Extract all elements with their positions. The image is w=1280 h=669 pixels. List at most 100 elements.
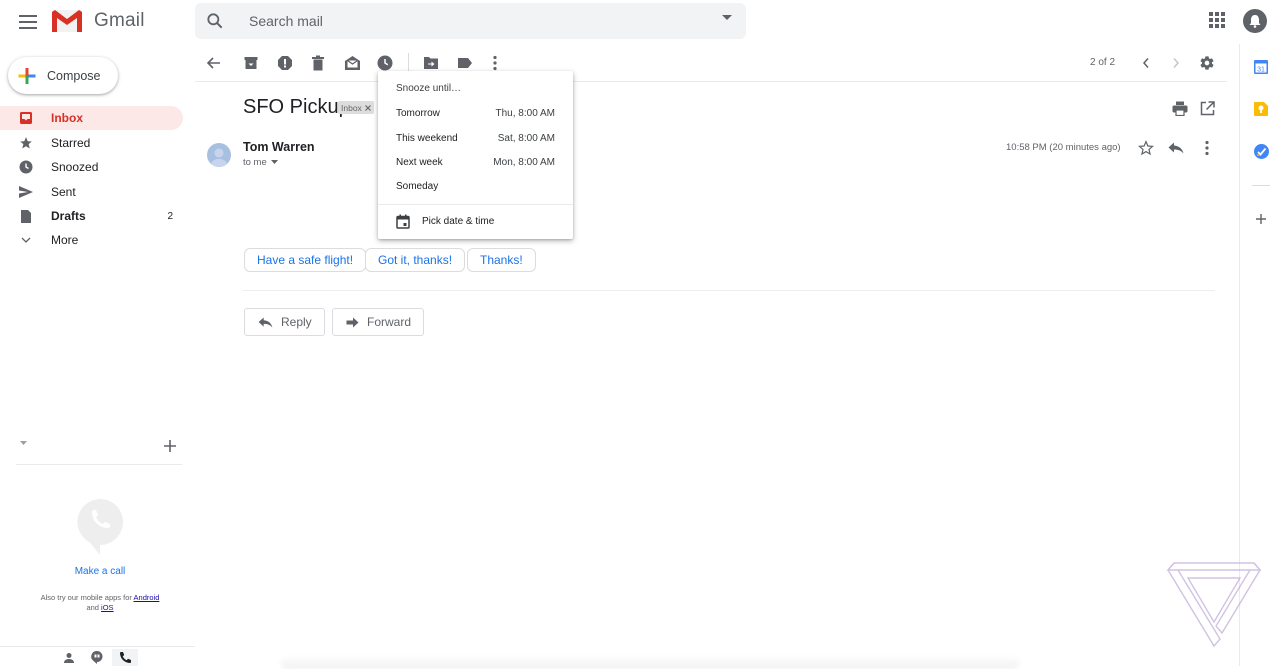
- chevron-left-icon: [1142, 58, 1149, 68]
- snooze-option-label: Someday: [396, 180, 439, 192]
- plus-icon: [18, 67, 36, 84]
- toolbar-divider: [195, 81, 1227, 82]
- and-text: and: [86, 603, 99, 612]
- message-timestamp: 10:58 PM (20 minutes ago): [1006, 142, 1121, 153]
- sender-name[interactable]: Tom Warren: [243, 140, 315, 154]
- hangouts-icon: [91, 651, 103, 664]
- reply-button[interactable]: [1166, 138, 1186, 158]
- search-input[interactable]: [249, 3, 689, 39]
- ios-link[interactable]: iOS: [101, 603, 114, 612]
- remove-label-icon[interactable]: [364, 104, 371, 111]
- gmail-logo-icon: [52, 10, 82, 32]
- phone-bubble-icon: [77, 499, 123, 555]
- labels-button[interactable]: [455, 53, 475, 73]
- reply-action-button[interactable]: Reply: [244, 308, 325, 336]
- mobile-apps-note: Also try our mobile apps for Android and…: [20, 593, 180, 613]
- mark-unread-icon: [344, 56, 360, 70]
- smart-reply-button[interactable]: Got it, thanks!: [365, 248, 466, 272]
- smart-reply-button[interactable]: Thanks!: [467, 248, 536, 272]
- compose-button[interactable]: Compose: [8, 57, 118, 94]
- snooze-option-this-weekend[interactable]: This weekend Sat, 8:00 AM: [378, 126, 573, 150]
- sidebar-item-label: More: [51, 233, 79, 247]
- delete-button[interactable]: [308, 53, 328, 73]
- tasks-app-button[interactable]: [1253, 143, 1269, 159]
- snooze-option-tomorrow[interactable]: Tomorrow Thu, 8:00 AM: [378, 101, 573, 125]
- caret-down-icon: [722, 15, 732, 20]
- sidebar-item-snoozed[interactable]: Snoozed: [0, 155, 183, 179]
- arrow-back-icon: [206, 57, 220, 69]
- apps-grid-icon: [1209, 12, 1225, 28]
- search-button[interactable]: [205, 11, 225, 31]
- hangouts-tab[interactable]: [84, 649, 110, 666]
- more-vert-icon: [1205, 140, 1209, 156]
- caret-down-icon: [20, 441, 27, 445]
- snooze-pick-date-time[interactable]: Pick date & time: [378, 209, 573, 233]
- gmail-logo[interactable]: Gmail: [50, 8, 145, 34]
- move-to-button[interactable]: [421, 53, 441, 73]
- reply-divider: [243, 290, 1215, 291]
- back-button[interactable]: [204, 53, 224, 73]
- newer-button[interactable]: [1136, 53, 1156, 73]
- chevron-down-icon: [18, 237, 34, 243]
- search-icon: [207, 13, 223, 29]
- account-button[interactable]: [1243, 9, 1267, 33]
- inbox-icon: [18, 111, 34, 125]
- calendar-app-button[interactable]: 31: [1253, 59, 1269, 75]
- print-all-button[interactable]: [1170, 98, 1190, 118]
- sidebar-item-drafts[interactable]: Drafts 2: [0, 204, 183, 228]
- recipient-details-toggle[interactable]: to me: [243, 157, 278, 168]
- snooze-button[interactable]: [375, 53, 395, 73]
- star-button[interactable]: [1136, 138, 1156, 158]
- print-icon: [1172, 101, 1188, 116]
- report-spam-icon: [278, 56, 292, 70]
- search-options-button[interactable]: [722, 15, 732, 21]
- forward-icon: [346, 317, 359, 327]
- sidebar-item-label: Inbox: [51, 111, 83, 125]
- sidebar-item-label: Drafts: [51, 209, 86, 223]
- get-addons-button[interactable]: [1253, 211, 1269, 227]
- gmail-logo-text: Gmail: [94, 10, 145, 31]
- phone-tab[interactable]: [112, 649, 138, 666]
- email-subject: SFO Pickup: [243, 96, 350, 118]
- pagination-count: 2 of 2: [1090, 57, 1116, 68]
- drafts-count: 2: [167, 210, 173, 222]
- android-link[interactable]: Android: [134, 593, 160, 602]
- apps-button[interactable]: [1207, 10, 1227, 30]
- star-icon: [18, 136, 34, 150]
- caret-down-icon: [270, 160, 278, 164]
- google-keep-icon: [1254, 102, 1268, 116]
- hangouts-collapse-toggle[interactable]: [20, 441, 27, 446]
- sidebar-item-sent[interactable]: Sent: [0, 180, 183, 204]
- main-menu-button[interactable]: [14, 8, 42, 36]
- snooze-menu-title: Snooze until…: [396, 83, 462, 94]
- sidebar-item-starred[interactable]: Starred: [0, 131, 183, 155]
- add-hangout-button[interactable]: [162, 438, 178, 454]
- inbox-label-chip[interactable]: Inbox: [338, 101, 374, 114]
- clock-icon: [377, 55, 393, 71]
- keep-app-button[interactable]: [1253, 101, 1269, 117]
- snooze-option-next-week[interactable]: Next week Mon, 8:00 AM: [378, 150, 573, 174]
- verge-logo-icon: [1166, 562, 1262, 648]
- label-chip-text: Inbox: [341, 102, 362, 113]
- snooze-option-someday[interactable]: Someday: [378, 174, 573, 198]
- clock-icon: [18, 160, 34, 174]
- mobile-apps-text: Also try our mobile apps for: [40, 593, 132, 602]
- forward-action-button[interactable]: Forward: [332, 308, 425, 336]
- archive-icon: [244, 57, 258, 69]
- smart-reply-button[interactable]: Have a safe flight!: [244, 248, 367, 272]
- older-button[interactable]: [1166, 53, 1186, 73]
- snooze-option-label: This weekend: [396, 132, 458, 144]
- sidebar-item-more[interactable]: More: [0, 228, 183, 252]
- more-actions-button[interactable]: [485, 53, 505, 73]
- sender-avatar[interactable]: [207, 143, 231, 167]
- sidebar-item-inbox[interactable]: Inbox: [0, 106, 183, 130]
- make-a-call-link[interactable]: Make a call: [0, 566, 200, 577]
- report-spam-button[interactable]: [275, 53, 295, 73]
- contacts-tab[interactable]: [56, 649, 82, 666]
- settings-button[interactable]: [1197, 53, 1217, 73]
- mark-unread-button[interactable]: [342, 53, 362, 73]
- reply-label: Reply: [281, 315, 312, 329]
- message-more-button[interactable]: [1197, 138, 1217, 158]
- archive-button[interactable]: [241, 53, 261, 73]
- open-new-window-button[interactable]: [1197, 98, 1217, 118]
